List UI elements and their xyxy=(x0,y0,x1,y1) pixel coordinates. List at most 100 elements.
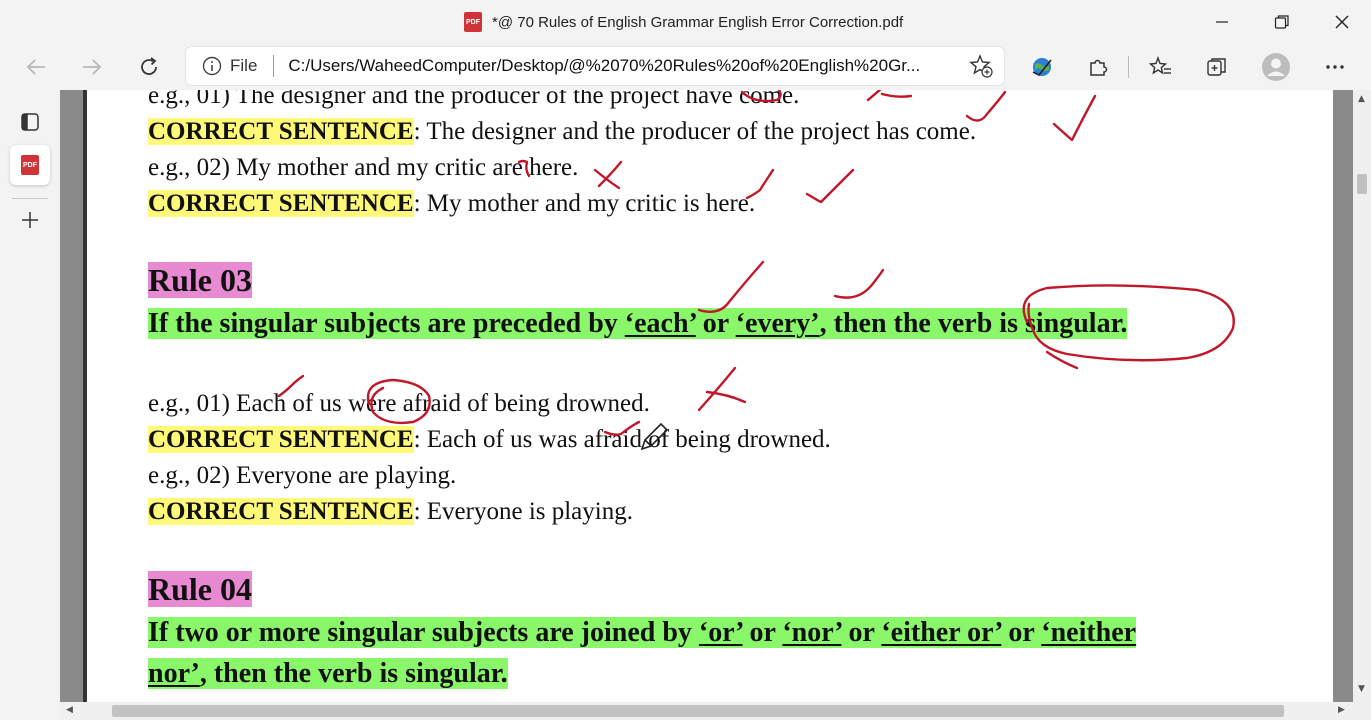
rule-statement: If the singular subjects are preceded by… xyxy=(148,308,1128,340)
rule-keyword: ‘nor’ xyxy=(782,617,842,648)
scroll-down-arrow-icon[interactable]: ▼ xyxy=(1358,684,1365,694)
ink-check-mark xyxy=(697,260,765,313)
correct-sentence-line: CORRECT SENTENCE: My mother and my criti… xyxy=(148,190,755,218)
scroll-right-arrow-icon[interactable]: ▶ xyxy=(1338,705,1345,715)
star-add-icon xyxy=(969,54,993,78)
close-button[interactable] xyxy=(1312,0,1371,44)
minimize-button[interactable] xyxy=(1192,0,1252,44)
ink-check-mark xyxy=(965,90,1007,122)
example-line: e.g., 01) Each of us were afraid of bein… xyxy=(148,390,650,417)
rule-keyword: ‘or’ xyxy=(698,617,743,648)
rule-text-part: or xyxy=(695,308,736,339)
profile-button[interactable] xyxy=(1259,50,1293,84)
rule-statement-text: If the singular subjects are preceded by… xyxy=(148,308,1128,339)
tab-actions-icon xyxy=(21,113,39,131)
rule-text-part: or xyxy=(841,617,882,648)
puzzle-icon xyxy=(1090,59,1108,76)
browser-toolbar: File C:/Users/WaheedComputer/Desktop/@%2… xyxy=(0,44,1371,90)
correct-sentence-text: : The designer and the producer of the p… xyxy=(413,118,977,145)
back-arrow-icon xyxy=(26,59,45,75)
address-separator xyxy=(273,55,275,77)
correct-sentence-line: CORRECT SENTENCE: The designer and the p… xyxy=(148,118,976,146)
pdf-viewer[interactable]: e.g., 01) The designer and the producer … xyxy=(60,90,1353,702)
more-dots-icon xyxy=(1326,65,1344,69)
window-title: *@ 70 Rules of English Grammar English E… xyxy=(492,13,904,31)
extension-globe-button[interactable] xyxy=(1025,50,1059,84)
forward-arrow-icon xyxy=(83,59,102,75)
example-line: e.g., 01) The designer and the producer … xyxy=(148,90,800,109)
vertical-tabs-pane: PDF xyxy=(0,90,60,720)
horizontal-scroll-thumb[interactable] xyxy=(112,705,1284,717)
correct-sentence-label: CORRECT SENTENCE xyxy=(148,498,414,525)
ink-cross-mark xyxy=(697,366,747,412)
rule-statement-text: nor’, then the verb is singular. xyxy=(148,658,508,689)
forward-button[interactable] xyxy=(74,50,110,84)
avatar-icon xyxy=(1262,53,1290,81)
example-line: e.g., 02) My mother and my critic are he… xyxy=(148,154,579,181)
ink-circle-tail xyxy=(1045,350,1079,370)
favorites-list-icon xyxy=(1149,56,1171,75)
rule-statement-text: If two or more singular subjects are joi… xyxy=(148,617,1137,648)
ink-cross-mark xyxy=(866,90,913,102)
pdf-file-icon: PDF xyxy=(464,12,482,32)
rule-text-part: or xyxy=(742,617,783,648)
ink-cross-mark xyxy=(593,160,623,190)
rule-text-part: , then the verb is singular. xyxy=(199,658,508,689)
title-bar: PDF *@ 70 Rules of English Grammar Engli… xyxy=(0,0,1371,44)
restore-button[interactable] xyxy=(1252,0,1312,44)
vertical-scroll-thumb[interactable] xyxy=(1357,174,1367,194)
site-info-button[interactable]: File xyxy=(202,56,257,76)
url-text[interactable]: C:/Users/WaheedComputer/Desktop/@%2070%2… xyxy=(288,56,940,76)
ink-check-mark xyxy=(805,168,855,204)
rule-text-part: If the singular subjects are preceded by xyxy=(148,308,625,339)
rule-keyword: ‘neither xyxy=(1041,617,1137,648)
correct-sentence-label: CORRECT SENTENCE xyxy=(148,426,414,453)
scroll-left-arrow-icon[interactable]: ◀ xyxy=(66,705,73,715)
ink-check-mark xyxy=(833,268,885,299)
add-favorite-button[interactable] xyxy=(968,53,994,79)
correct-sentence-text: : Each of us was afraid of being drowned… xyxy=(413,426,831,453)
tab-pdf-document[interactable]: PDF xyxy=(10,145,50,185)
correct-sentence-text: : Everyone is playing. xyxy=(413,498,633,525)
correct-sentence-line: CORRECT SENTENCE: Each of us was afraid … xyxy=(148,426,831,454)
pdf-tab-icon: PDF xyxy=(21,155,39,175)
scroll-up-arrow-icon[interactable]: ▲ xyxy=(1358,94,1365,104)
correct-sentence-label: CORRECT SENTENCE xyxy=(148,190,414,217)
rule-statement: If two or more singular subjects are joi… xyxy=(148,617,1137,649)
pdf-page: e.g., 01) The designer and the producer … xyxy=(83,90,1333,702)
new-tab-button[interactable] xyxy=(10,200,50,240)
rule-heading: Rule 04 xyxy=(148,571,252,608)
side-divider xyxy=(12,198,48,199)
window-title-area: PDF *@ 70 Rules of English Grammar Engli… xyxy=(464,10,903,34)
refresh-button[interactable] xyxy=(131,50,167,84)
tab-actions-button[interactable] xyxy=(10,102,50,142)
minimize-icon xyxy=(1216,21,1228,23)
toolbar-separator xyxy=(1128,56,1129,78)
rule-text-part: or xyxy=(1001,617,1042,648)
scrollbar-corner xyxy=(1353,702,1371,720)
rule-keyword: ‘each’ xyxy=(624,308,696,339)
close-icon xyxy=(1335,15,1349,29)
vertical-scrollbar[interactable]: ▲ ▼ xyxy=(1353,90,1371,702)
back-button[interactable] xyxy=(18,50,54,84)
plus-icon xyxy=(22,212,38,228)
correct-sentence-text: : My mother and my critic is here. xyxy=(413,190,756,217)
correct-sentence-line: CORRECT SENTENCE: Everyone is playing. xyxy=(148,498,633,526)
favorites-button[interactable] xyxy=(1144,50,1178,84)
settings-more-button[interactable] xyxy=(1318,50,1352,84)
collections-button[interactable] xyxy=(1200,50,1234,84)
rule-text-part: , then the verb is singular. xyxy=(819,308,1128,339)
rule-heading: Rule 03 xyxy=(148,262,252,299)
rule-keyword: nor’ xyxy=(148,658,200,689)
example-line: e.g., 02) Everyone are playing. xyxy=(148,462,457,489)
rule-keyword: ‘every’ xyxy=(735,308,820,339)
rule-keyword: ‘either or’ xyxy=(881,617,1002,648)
correct-sentence-label: CORRECT SENTENCE xyxy=(148,118,414,145)
horizontal-scrollbar[interactable]: ◀ ▶ xyxy=(60,702,1353,720)
info-icon xyxy=(202,56,222,76)
address-bar[interactable]: File C:/Users/WaheedComputer/Desktop/@%2… xyxy=(186,47,1004,85)
extensions-button[interactable] xyxy=(1081,50,1115,84)
globe-extension-icon xyxy=(1032,58,1052,77)
ink-check-mark xyxy=(1052,94,1097,142)
restore-icon xyxy=(1274,15,1289,29)
